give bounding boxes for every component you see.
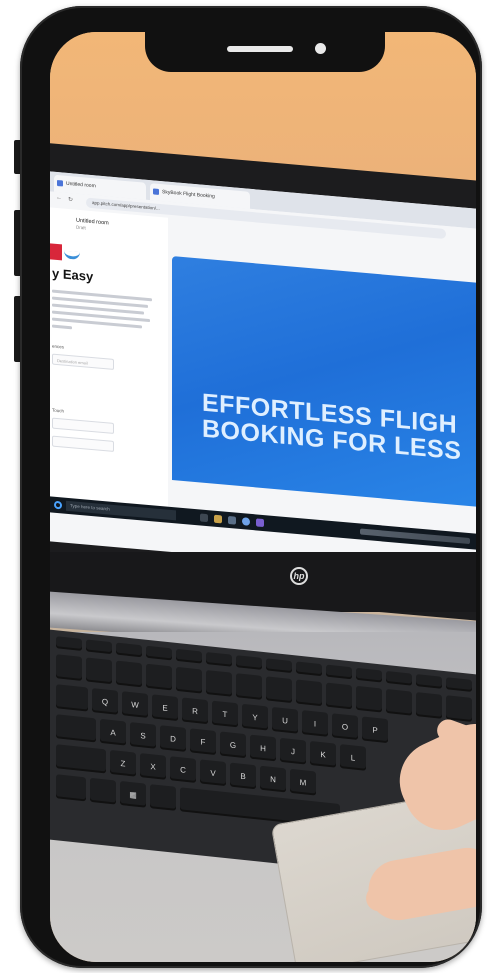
key[interactable] (206, 652, 232, 667)
key[interactable] (176, 666, 202, 694)
key[interactable] (116, 660, 142, 688)
key-r[interactable]: R (182, 697, 208, 725)
key-v[interactable]: V (200, 759, 226, 787)
key[interactable] (356, 667, 382, 683)
key-p[interactable]: P (362, 716, 388, 744)
key[interactable] (296, 661, 322, 677)
windows-taskbar: Type here to search (50, 496, 476, 550)
key-m[interactable]: M (290, 768, 316, 796)
key[interactable] (266, 676, 292, 704)
key-t[interactable]: T (212, 700, 238, 728)
key-u[interactable]: U (272, 706, 298, 734)
key[interactable] (236, 655, 262, 670)
key[interactable] (56, 636, 82, 651)
chrome-icon[interactable] (242, 517, 250, 526)
key-g[interactable]: G (220, 731, 246, 759)
key-n[interactable]: N (260, 765, 286, 793)
laptop-display: Untitled room SkyBook Flight Booking ← ↻… (50, 171, 476, 579)
brand-logo (50, 243, 62, 261)
hero-banner: EFFORTLESS FLIGH BOOKING FOR LESS (172, 256, 476, 509)
field-label: Touch (52, 407, 65, 414)
key-s[interactable]: S (130, 722, 156, 749)
key[interactable] (296, 679, 322, 707)
key[interactable] (176, 648, 202, 664)
key[interactable] (206, 670, 232, 697)
key-f[interactable]: F (190, 728, 216, 756)
browser-tab-label: SkyBook Flight Booking (162, 189, 215, 200)
key-d[interactable]: D (160, 725, 186, 752)
key[interactable] (446, 677, 472, 692)
system-tray (360, 528, 470, 545)
windows-key-icon[interactable]: ▦ (120, 780, 146, 808)
taskview-icon[interactable] (200, 513, 208, 523)
key[interactable] (146, 663, 172, 691)
front-camera-icon (315, 43, 326, 54)
key[interactable] (326, 682, 352, 710)
hp-logo: hp (290, 567, 308, 585)
app-icon[interactable] (256, 518, 264, 528)
key[interactable] (386, 670, 412, 686)
key-y[interactable]: Y (242, 703, 268, 731)
key[interactable] (326, 664, 352, 680)
explorer-icon[interactable] (214, 514, 222, 524)
key-x[interactable]: X (140, 753, 166, 780)
phone-screen: Untitled room SkyBook Flight Booking ← ↻… (50, 32, 476, 962)
key-q[interactable]: Q (92, 688, 118, 715)
email-field[interactable]: Destination email (52, 353, 114, 370)
key-fn[interactable] (90, 777, 116, 805)
key-tab[interactable] (56, 684, 88, 712)
key-ctrl[interactable] (56, 774, 86, 802)
reload-icon[interactable]: ↻ (68, 196, 73, 203)
browser-tab-label: Untitled room (66, 180, 96, 190)
key[interactable] (146, 645, 172, 661)
key-shift[interactable] (56, 744, 106, 774)
speaker-grille (227, 46, 293, 52)
document-subtitle: Draft (76, 224, 86, 231)
key[interactable] (86, 657, 112, 685)
page-left-panel: Untitled room Draft y Easy ences Destina… (50, 207, 168, 508)
key[interactable] (356, 685, 382, 713)
page-headline: y Easy (52, 265, 94, 285)
tab-favicon-icon (57, 179, 63, 187)
key-caps[interactable] (56, 714, 96, 743)
key-a[interactable]: A (100, 718, 126, 746)
back-arrow-icon[interactable]: ← (56, 195, 62, 202)
key-z[interactable]: Z (110, 749, 136, 777)
key-b[interactable]: B (230, 762, 256, 790)
key-i[interactable]: I (302, 710, 328, 737)
key[interactable] (416, 692, 442, 719)
key[interactable] (416, 674, 442, 689)
key-l[interactable]: L (340, 744, 366, 771)
phone-notch (145, 32, 385, 72)
key-h[interactable]: H (250, 734, 276, 762)
key-alt[interactable] (150, 784, 176, 811)
text-field[interactable] (52, 435, 114, 452)
key[interactable] (56, 654, 82, 681)
key-j[interactable]: J (280, 737, 306, 765)
field-label: ences (52, 343, 65, 350)
key[interactable] (266, 658, 292, 674)
key-w[interactable]: W (122, 691, 148, 718)
key[interactable] (236, 673, 262, 700)
windows-start-icon[interactable] (54, 500, 62, 510)
key[interactable] (116, 642, 142, 658)
store-icon[interactable] (228, 515, 236, 525)
key[interactable] (446, 695, 472, 722)
swoosh-icon (64, 250, 80, 260)
body-text-line (52, 324, 72, 330)
key[interactable] (86, 639, 112, 655)
tab-favicon-icon (153, 188, 159, 195)
text-field[interactable] (52, 417, 114, 434)
key-e[interactable]: E (152, 694, 178, 722)
key-c[interactable]: C (170, 756, 196, 783)
key-o[interactable]: O (332, 713, 358, 740)
key-k[interactable]: K (310, 740, 336, 768)
key[interactable] (386, 688, 412, 716)
